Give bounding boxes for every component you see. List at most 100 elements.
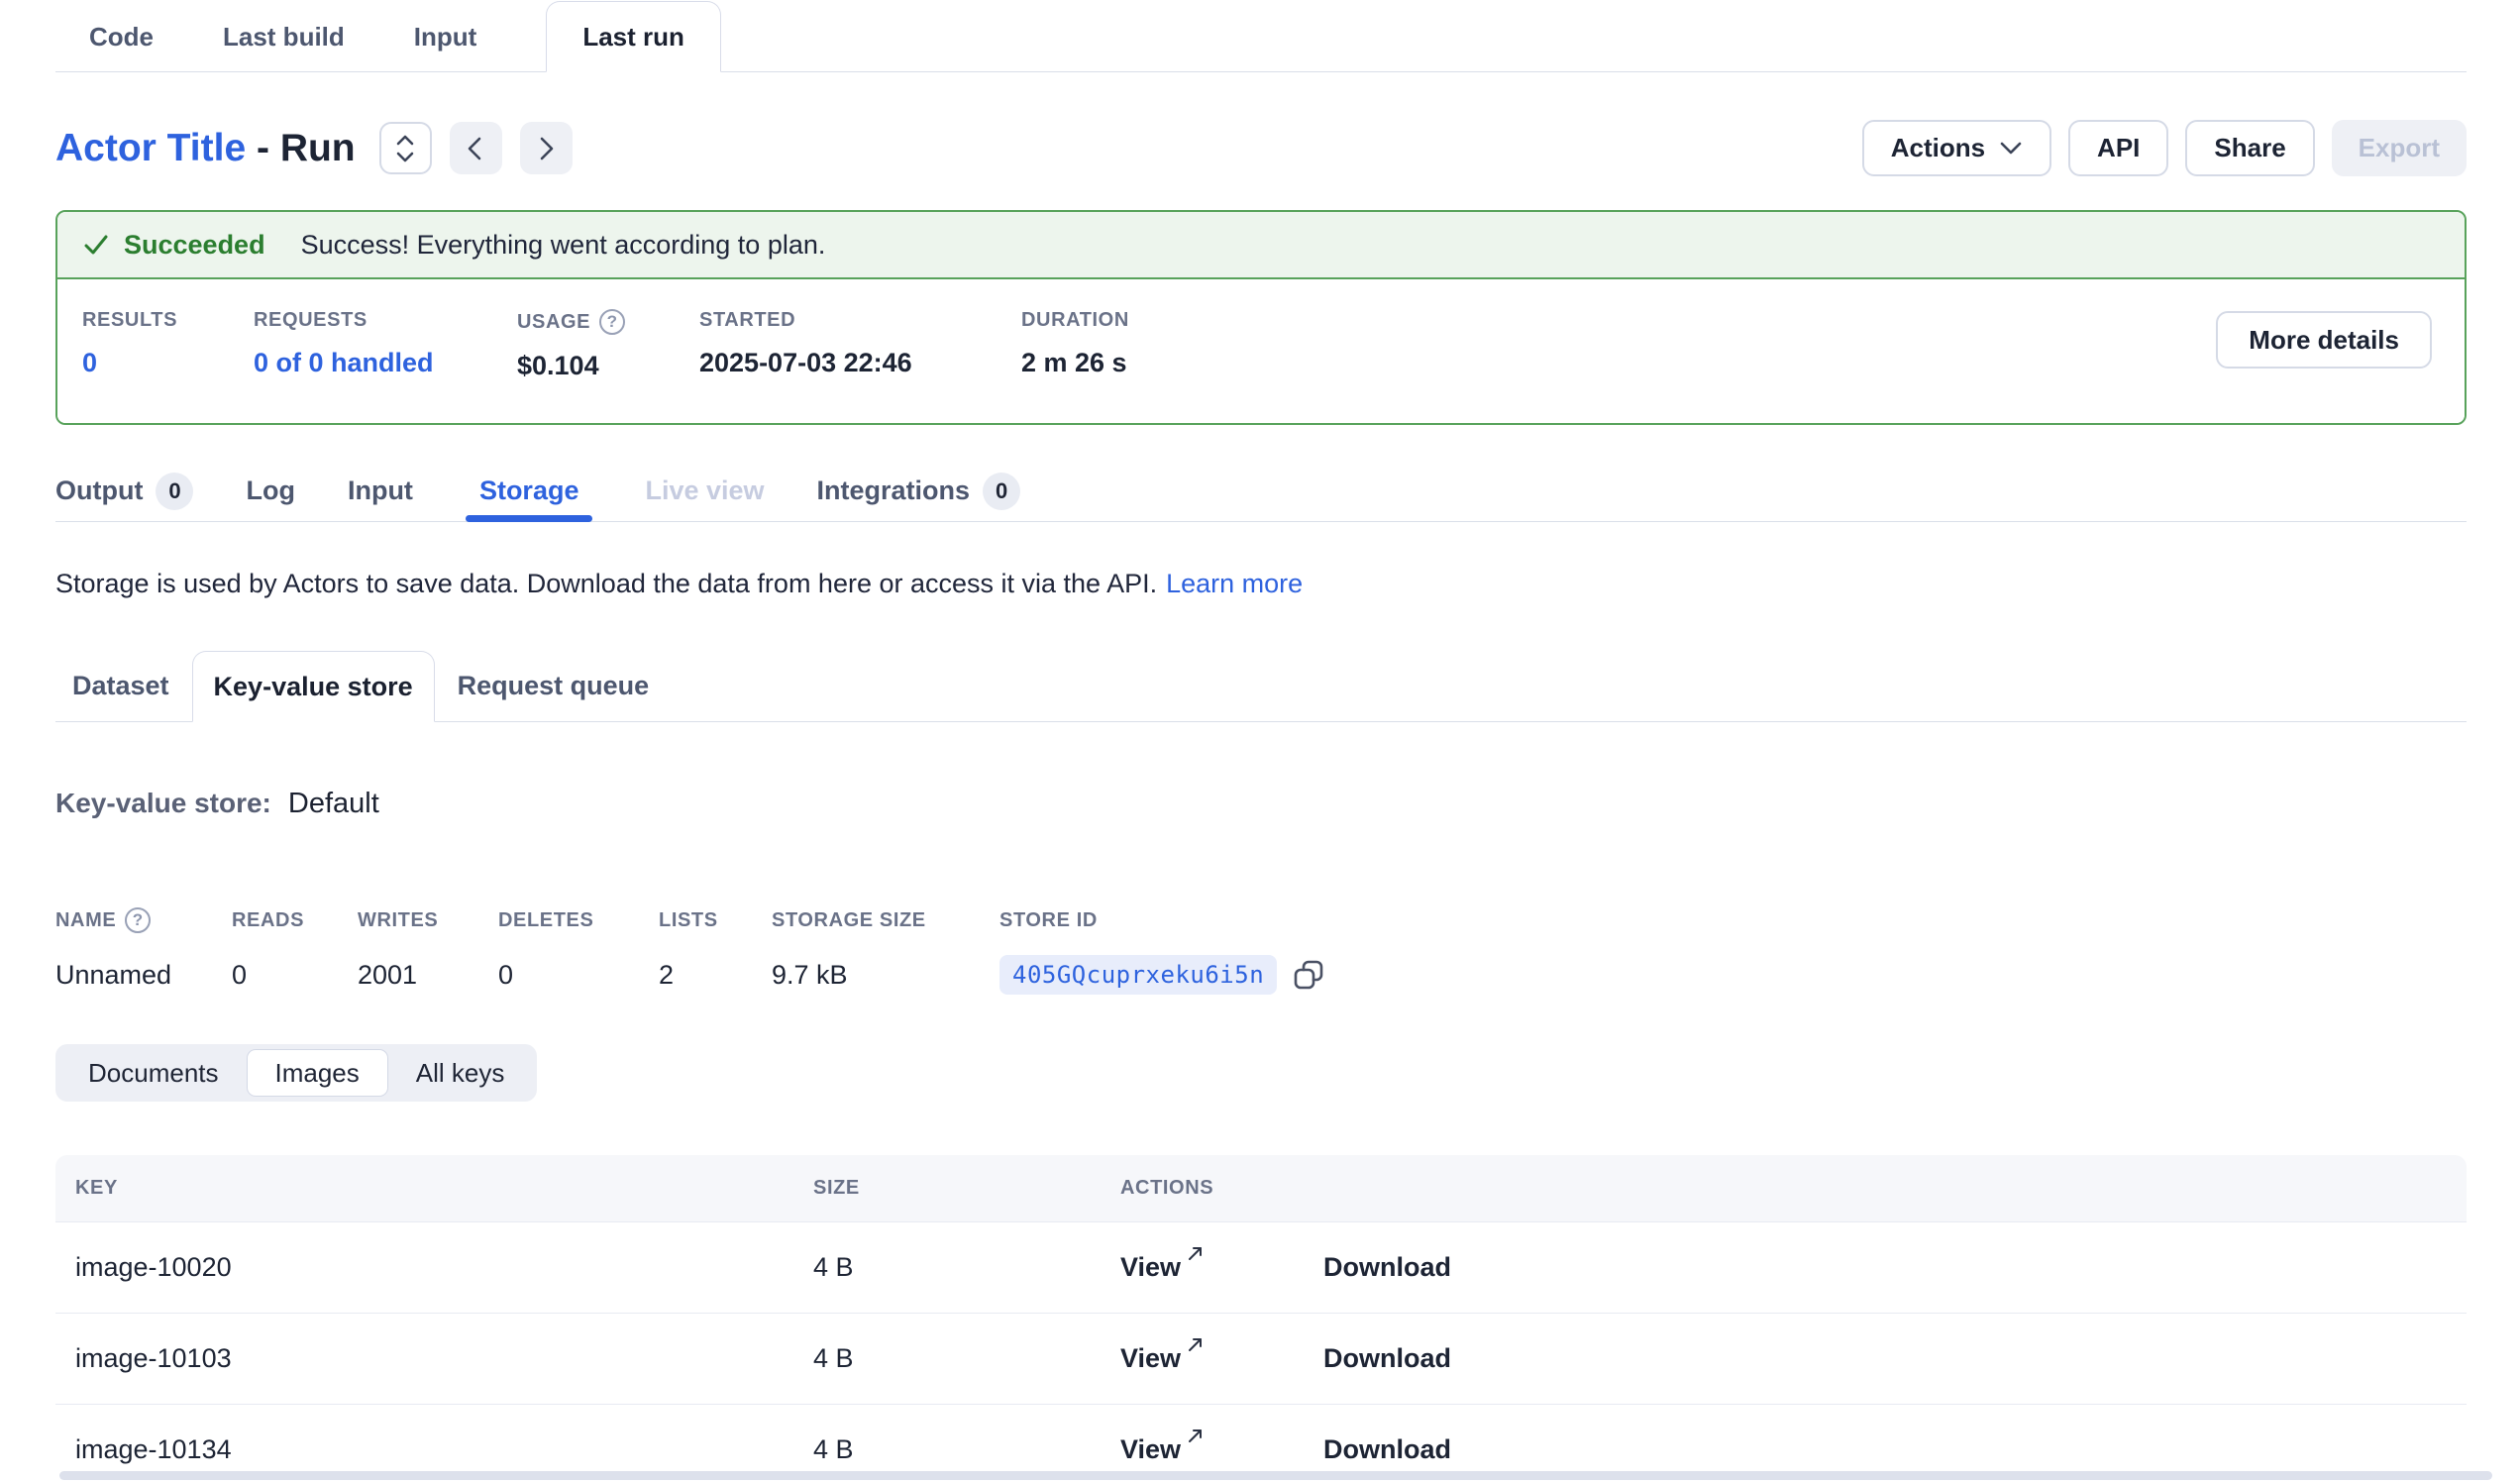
kv-store-name: Default — [288, 788, 379, 820]
stat-started: STARTED 2025-07-03 22:46 — [699, 309, 1021, 381]
actor-run-page: Code Last build Input Last run Actor Tit… — [0, 0, 2520, 1482]
chevron-left-icon — [463, 136, 488, 161]
kv-header-lists: LISTS — [659, 909, 772, 932]
tab-output[interactable]: Output 0 — [55, 461, 193, 521]
stat-usage-value: $0.104 — [517, 351, 699, 381]
more-details-button[interactable]: More details — [2216, 311, 2432, 369]
usage-help-icon[interactable]: ? — [599, 309, 625, 335]
row-size: 4 B — [813, 1343, 1120, 1374]
run-stats-panel: RESULTS 0 REQUESTS 0 of 0 handled USAGE … — [57, 279, 2465, 423]
output-count-badge: 0 — [156, 473, 193, 510]
view-link-label: View — [1120, 1343, 1181, 1374]
row-size: 4 B — [813, 1434, 1120, 1465]
stat-requests-label: REQUESTS — [254, 309, 517, 332]
status-banner: Succeeded Success! Everything went accor… — [57, 212, 2465, 279]
kv-header-store-id: STORE ID — [999, 909, 1098, 932]
kv-header-storage-size: STORAGE SIZE — [772, 909, 999, 932]
tab-key-value-store[interactable]: Key-value store — [192, 651, 435, 722]
view-link-label: View — [1120, 1252, 1181, 1283]
stat-started-value: 2025-07-03 22:46 — [699, 348, 1021, 378]
actions-button-label: Actions — [1891, 133, 1985, 163]
table-row: image-10020 4 B View Download — [55, 1222, 2467, 1314]
stat-requests-value[interactable]: 0 of 0 handled — [254, 348, 517, 378]
run-selector-button[interactable] — [379, 122, 432, 174]
tab-integrations[interactable]: Integrations 0 — [817, 461, 1021, 521]
kv-value-storage-size: 9.7 kB — [772, 960, 999, 991]
learn-more-link[interactable]: Learn more — [1166, 569, 1303, 598]
horizontal-scrollbar[interactable] — [59, 1471, 2492, 1480]
keys-table-header: KEY SIZE ACTIONS — [55, 1155, 2467, 1222]
share-button[interactable]: Share — [2185, 120, 2314, 176]
title-actions: Actions API Share Export — [1862, 120, 2467, 176]
tab-integrations-label: Integrations — [817, 476, 971, 506]
actor-title-link[interactable]: Actor Title — [55, 127, 246, 169]
run-title-label: - Run — [257, 127, 356, 169]
header-size: SIZE — [813, 1177, 1120, 1200]
tab-input[interactable]: Input — [414, 2, 477, 71]
view-link[interactable]: View — [1120, 1343, 1206, 1374]
kv-value-name: Unnamed — [55, 960, 232, 991]
tab-live-view: Live view — [645, 461, 764, 521]
previous-run-button[interactable] — [450, 122, 502, 174]
export-button[interactable]: Export — [2332, 120, 2467, 176]
storage-type-tabs: Dataset Key-value store Request queue — [55, 651, 2467, 722]
external-link-icon — [1186, 1426, 1206, 1445]
storage-description-text: Storage is used by Actors to save data. … — [55, 569, 1157, 598]
api-button[interactable]: API — [2068, 120, 2168, 176]
row-size: 4 B — [813, 1252, 1120, 1283]
tab-last-run[interactable]: Last run — [546, 1, 721, 72]
kv-value-reads: 0 — [232, 960, 358, 991]
tab-storage[interactable]: Storage — [466, 461, 593, 521]
external-link-icon — [1186, 1243, 1206, 1263]
stat-duration-label: DURATION — [1021, 309, 1129, 332]
filter-all-keys[interactable]: All keys — [388, 1049, 533, 1097]
title-row: Actor Title - Run — [55, 120, 2467, 176]
stat-usage: USAGE ? $0.104 — [517, 309, 699, 381]
header-key: KEY — [55, 1177, 813, 1200]
stat-results-value[interactable]: 0 — [82, 348, 254, 378]
run-detail-tabs: Output 0 Log Input Storage Live view Int… — [55, 461, 2467, 522]
kv-store-stats: NAME ? READS WRITES DELETES LISTS STORAG… — [55, 907, 2467, 997]
key-filter-segmented-control: Documents Images All keys — [55, 1044, 537, 1102]
tab-dataset[interactable]: Dataset — [55, 651, 192, 721]
view-link[interactable]: View — [1120, 1434, 1206, 1465]
kv-value-writes: 2001 — [358, 960, 498, 991]
next-run-button[interactable] — [520, 122, 573, 174]
table-row: image-10103 4 B View Download — [55, 1314, 2467, 1405]
page-title: Actor Title - Run — [55, 127, 356, 170]
tab-last-build[interactable]: Last build — [223, 2, 345, 71]
download-link[interactable]: Download — [1323, 1343, 1451, 1374]
tab-log[interactable]: Log — [246, 461, 294, 521]
filter-documents[interactable]: Documents — [60, 1049, 247, 1097]
kv-value-deletes: 0 — [498, 960, 659, 991]
store-id-value[interactable]: 405GQcuprxeku6i5n — [999, 955, 1277, 995]
status-badge: Succeeded — [124, 230, 265, 261]
stat-started-label: STARTED — [699, 309, 1021, 332]
name-help-icon[interactable]: ? — [125, 907, 151, 933]
stat-results: RESULTS 0 — [82, 309, 254, 381]
kv-header-reads: READS — [232, 909, 358, 932]
check-icon — [82, 231, 110, 259]
storage-description: Storage is used by Actors to save data. … — [55, 566, 2467, 601]
kv-header-deletes: DELETES — [498, 909, 659, 932]
download-link[interactable]: Download — [1323, 1252, 1451, 1283]
external-link-icon — [1186, 1334, 1206, 1354]
filter-images[interactable]: Images — [247, 1049, 388, 1097]
row-key: image-10134 — [55, 1434, 813, 1465]
stat-duration: DURATION 2 m 26 s — [1021, 309, 1129, 381]
run-status-card: Succeeded Success! Everything went accor… — [55, 210, 2467, 425]
copy-store-id-button[interactable] — [1292, 958, 1325, 992]
stat-duration-value: 2 m 26 s — [1021, 348, 1129, 378]
keys-table: KEY SIZE ACTIONS image-10020 4 B View — [55, 1155, 2467, 1482]
stat-usage-label: USAGE — [517, 311, 590, 334]
tab-output-label: Output — [55, 476, 143, 506]
view-link[interactable]: View — [1120, 1252, 1206, 1283]
actions-button[interactable]: Actions — [1862, 120, 2051, 176]
tab-code[interactable]: Code — [89, 2, 154, 71]
row-key: image-10020 — [55, 1252, 813, 1283]
download-link[interactable]: Download — [1323, 1434, 1451, 1465]
integrations-count-badge: 0 — [983, 473, 1020, 510]
tab-run-input[interactable]: Input — [348, 461, 413, 521]
tab-request-queue[interactable]: Request queue — [435, 651, 673, 721]
copy-icon — [1292, 958, 1325, 992]
